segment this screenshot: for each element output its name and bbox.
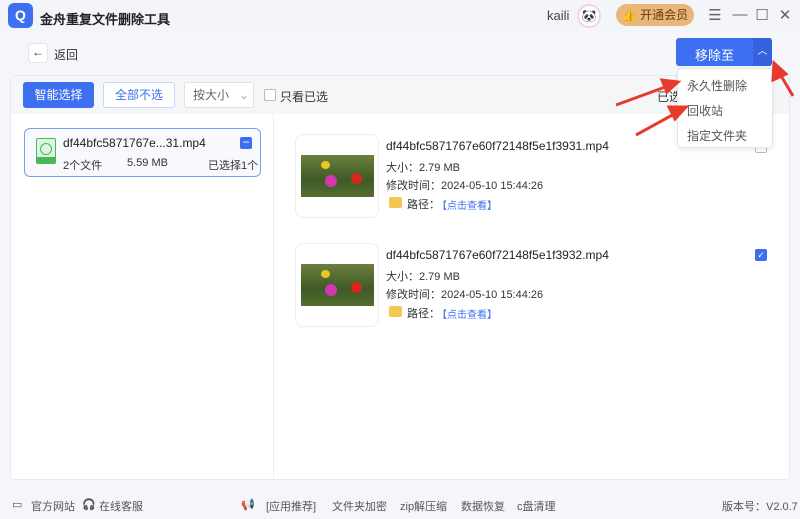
headset-icon: 🎧 <box>82 499 96 511</box>
arrow-head <box>659 78 682 95</box>
website-icon: ▭ <box>12 499 23 511</box>
arrow-head <box>666 105 690 122</box>
version-label: 版本号：V2.0.7 <box>722 501 798 513</box>
footer-link[interactable]: zip解压缩 <box>400 498 447 514</box>
recommend-label: [应用推荐] <box>266 501 317 513</box>
red-arrow <box>635 111 677 137</box>
footer-link[interactable]: 数据恢复 <box>461 498 505 514</box>
annotation-arrows <box>615 59 795 137</box>
support-link[interactable]: 在线客服 <box>99 498 143 514</box>
website-link[interactable]: 官方网站 <box>31 498 75 514</box>
footer-link[interactable]: 文件夹加密 <box>332 498 387 514</box>
megaphone-icon: 📢 <box>241 499 255 511</box>
footer-link[interactable]: c盘清理 <box>517 498 556 514</box>
arrow-head <box>771 59 789 83</box>
red-arrow <box>615 84 669 107</box>
